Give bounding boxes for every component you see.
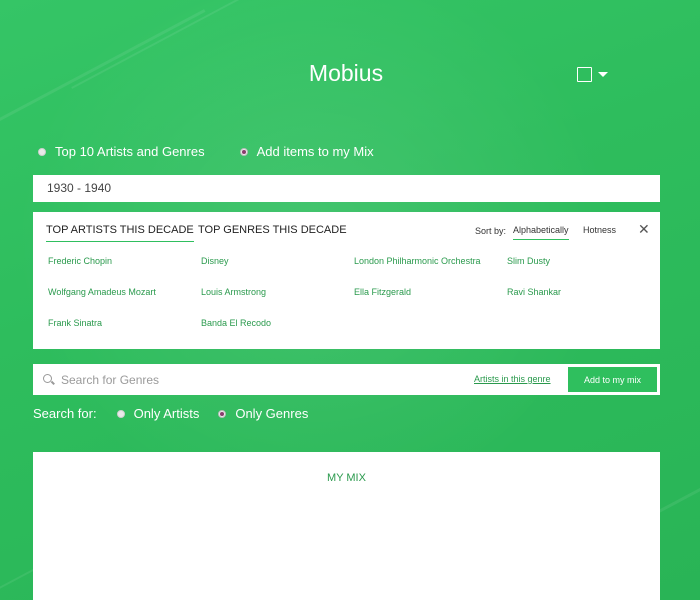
caret-down-icon[interactable] <box>598 72 608 77</box>
only-genres-label: Only Genres <box>235 406 309 421</box>
tab-top-genres[interactable]: TOP GENRES THIS DECADE <box>198 224 347 241</box>
search-input[interactable] <box>61 364 461 395</box>
tab-top-artists[interactable]: TOP ARTISTS THIS DECADE <box>46 224 194 242</box>
decade-panel: TOP ARTISTS THIS DECADE TOP GENRES THIS … <box>33 212 660 349</box>
list-item[interactable]: London Philharmonic Orchestra <box>354 256 481 266</box>
mode-add-items-radio[interactable]: Add items to my Mix <box>239 144 374 159</box>
sort-label: Sort by: <box>475 226 507 236</box>
radio-checked-icon[interactable] <box>239 147 248 156</box>
search-for-label: Search for: <box>33 406 97 421</box>
header-menu[interactable] <box>577 67 608 82</box>
mode-top10-radio[interactable]: Top 10 Artists and Genres <box>38 144 205 159</box>
only-genres-radio[interactable]: Only Genres <box>218 406 308 421</box>
list-item[interactable]: Frederic Chopin <box>48 256 112 266</box>
list-item[interactable]: Disney <box>201 256 229 266</box>
add-to-mix-button[interactable]: Add to my mix <box>568 367 657 392</box>
artists-in-genre-link[interactable]: Artists in this genre <box>474 374 551 384</box>
radio-unchecked-icon[interactable] <box>116 409 125 418</box>
mode-selector: Top 10 Artists and Genres Add items to m… <box>38 144 409 159</box>
only-artists-label: Only Artists <box>133 406 200 421</box>
list-item[interactable]: Ella Fitzgerald <box>354 287 411 297</box>
list-item[interactable]: Ravi Shankar <box>507 287 561 297</box>
search-bar: Artists in this genre Add to my mix <box>33 364 660 395</box>
close-icon[interactable]: ✕ <box>638 221 650 238</box>
only-artists-radio[interactable]: Only Artists <box>116 406 200 421</box>
list-item[interactable]: Banda El Recodo <box>201 318 271 328</box>
sort-alphabetically[interactable]: Alphabetically <box>513 225 569 240</box>
my-mix-title: MY MIX <box>327 472 366 484</box>
radio-unchecked-icon[interactable] <box>38 147 46 156</box>
my-mix-panel: MY MIX <box>33 452 660 600</box>
radio-checked-icon[interactable] <box>218 409 227 418</box>
search-for-selector: Search for: Only Artists Only Genres <box>33 406 327 421</box>
mode-top10-label: Top 10 Artists and Genres <box>55 144 205 159</box>
list-item[interactable]: Slim Dusty <box>507 256 550 266</box>
sort-hotness[interactable]: Hotness <box>583 225 616 239</box>
decade-field[interactable]: 1930 - 1940 <box>33 175 660 202</box>
list-item[interactable]: Wolfgang Amadeus Mozart <box>48 287 156 297</box>
square-icon[interactable] <box>577 67 592 82</box>
list-item[interactable]: Louis Armstrong <box>201 287 266 297</box>
search-icon <box>43 374 52 383</box>
mode-add-items-label: Add items to my Mix <box>256 144 374 159</box>
list-item[interactable]: Frank Sinatra <box>48 318 102 328</box>
